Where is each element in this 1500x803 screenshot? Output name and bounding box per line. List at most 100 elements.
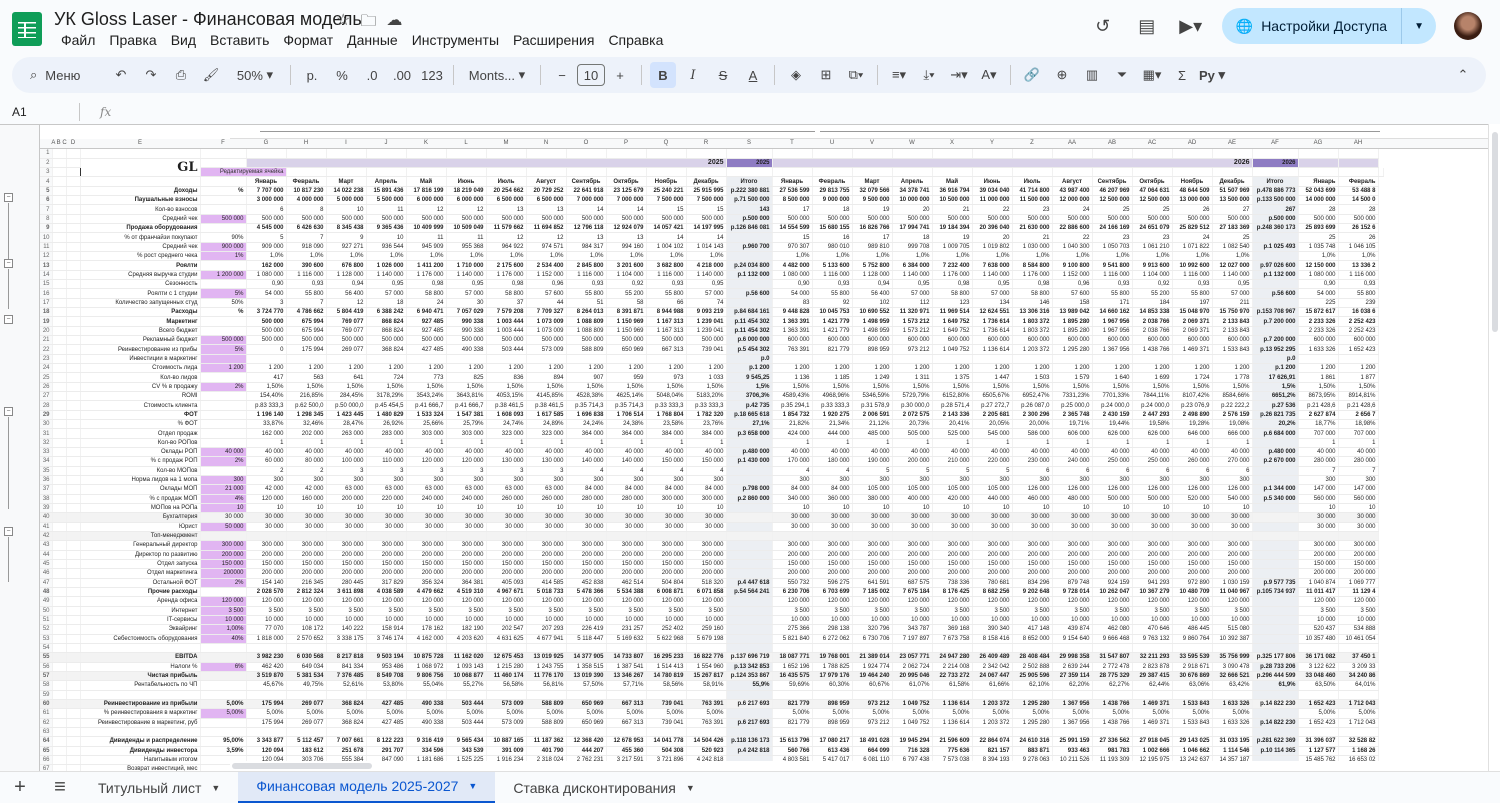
value-cell[interactable]: 6 [246, 204, 287, 215]
value-cell[interactable]: 150 000 [406, 559, 447, 570]
value-cell[interactable] [286, 727, 327, 738]
cell[interactable] [52, 680, 67, 691]
value-cell[interactable]: 1 136 614 [932, 718, 973, 728]
value-cell[interactable]: 834 296 [1012, 578, 1053, 588]
value-cell[interactable] [246, 531, 287, 542]
value-cell[interactable]: 500 000 [566, 335, 607, 346]
value-cell[interactable]: 3 500 [1172, 606, 1213, 616]
value-cell[interactable]: 6 008 871 [646, 587, 687, 598]
parameter-cell[interactable]: 50 000 [200, 522, 247, 532]
value-cell[interactable]: 1 116 000 [646, 270, 687, 281]
value-cell[interactable]: 300 [446, 475, 487, 486]
total-cell[interactable]: р.0 [726, 354, 773, 365]
value-cell[interactable]: р.62 500,0 [286, 400, 327, 411]
value-cell[interactable]: 8 217 818 [326, 652, 367, 663]
value-cell[interactable]: 182 190 [446, 624, 487, 635]
value-cell[interactable]: 30 000 [646, 522, 687, 532]
value-cell[interactable]: 964 922 [486, 242, 527, 253]
value-cell[interactable]: 30 000 [1212, 512, 1253, 523]
collapse-group-icon[interactable]: − [4, 527, 13, 536]
total-cell[interactable]: 17 626,91 [1252, 372, 1299, 383]
value-cell[interactable]: 0,93 [646, 279, 687, 290]
value-cell[interactable]: 2 656 7 [1338, 410, 1379, 421]
value-cell[interactable] [1338, 690, 1379, 700]
parameter-cell[interactable]: 90% [200, 232, 247, 243]
value-cell[interactable]: 40 000 [1092, 447, 1133, 458]
cell[interactable] [52, 447, 67, 458]
cell[interactable] [366, 149, 407, 159]
value-cell[interactable] [646, 354, 687, 365]
row-number[interactable]: 59 [40, 690, 53, 700]
row-number[interactable]: 36 [40, 475, 53, 486]
value-cell[interactable]: 30 000 [1298, 512, 1339, 523]
value-cell[interactable]: 9 316 419 [406, 736, 447, 747]
value-cell[interactable]: 240 000 [446, 494, 487, 504]
row-number[interactable]: 56 [40, 662, 53, 672]
value-cell[interactable]: 22 [1052, 232, 1093, 243]
cell[interactable] [66, 484, 81, 495]
value-cell[interactable]: 384 000 [686, 428, 727, 439]
cell[interactable] [200, 158, 247, 169]
value-cell[interactable]: 1 050 703 [1092, 242, 1133, 253]
value-cell[interactable]: 8 682 256 [972, 587, 1013, 598]
value-cell[interactable]: 92 [812, 298, 853, 309]
value-cell[interactable]: 2 812 324 [286, 587, 327, 598]
value-cell[interactable]: р.23 076,9 [1172, 400, 1213, 411]
value-cell[interactable]: 84 000 [566, 484, 607, 495]
value-cell[interactable]: 1,0% [892, 251, 933, 262]
value-cell[interactable]: 0 [246, 344, 287, 355]
value-cell[interactable]: 30 000 [1212, 522, 1253, 532]
cell[interactable] [66, 438, 81, 449]
cell[interactable] [52, 242, 67, 253]
value-cell[interactable]: 52 043 699 [1298, 186, 1339, 197]
cell[interactable] [66, 223, 81, 234]
value-cell[interactable]: 10 [932, 503, 973, 514]
value-cell[interactable]: 190 000 [852, 456, 893, 467]
total-cell[interactable]: р.1 200 [726, 363, 773, 374]
value-cell[interactable]: 3 [526, 466, 567, 477]
value-cell[interactable] [1092, 690, 1133, 700]
value-cell[interactable]: 30 000 [406, 512, 447, 523]
value-cell[interactable]: 667 313 [646, 344, 687, 355]
row-number[interactable]: 52 [40, 624, 53, 635]
value-cell[interactable]: 150 000 [1132, 559, 1173, 570]
month-header[interactable]: Март [326, 176, 367, 187]
value-cell[interactable]: 9 860 764 [1172, 634, 1213, 644]
value-cell[interactable]: 4 162 000 [406, 634, 447, 644]
value-cell[interactable]: 2 300 296 [1012, 410, 1053, 421]
collapse-group-icon[interactable]: − [4, 407, 13, 416]
row-label[interactable]: Бухгалтерия [80, 512, 201, 523]
value-cell[interactable]: 5183,20% [686, 391, 727, 402]
value-cell[interactable]: 60,67% [852, 680, 893, 691]
value-cell[interactable]: 11 000 000 [972, 195, 1013, 206]
value-cell[interactable]: 12 500 000 [1132, 195, 1173, 206]
value-cell[interactable]: 9 202 648 [1012, 587, 1053, 598]
menu-item[interactable]: Вид [164, 32, 203, 48]
value-cell[interactable]: 1,0% [246, 251, 287, 262]
value-cell[interactable]: 3 [486, 466, 527, 477]
total-cell[interactable] [1252, 298, 1299, 309]
value-cell[interactable]: 275 366 [772, 624, 813, 635]
cell[interactable] [66, 410, 81, 421]
value-cell[interactable]: 500 000 [566, 214, 607, 225]
value-cell[interactable]: 8914,81% [1338, 391, 1379, 402]
value-cell[interactable]: 444 000 [812, 428, 853, 439]
value-cell[interactable]: 1 633 326 [1298, 344, 1339, 355]
cell[interactable] [66, 326, 81, 337]
value-cell[interactable]: 40 000 [486, 447, 527, 458]
value-cell[interactable]: 1 877 [1338, 372, 1379, 383]
value-cell[interactable]: 49,75% [286, 680, 327, 691]
value-cell[interactable]: 13 306 316 [1012, 307, 1053, 318]
row-label[interactable]: Дивиденды инвестора [80, 746, 201, 756]
value-cell[interactable]: 1 [646, 438, 687, 449]
total-cell[interactable]: р.28 733 206 [1252, 662, 1299, 672]
row-number[interactable]: 32 [40, 438, 53, 449]
functions-icon[interactable]: Σ [1169, 62, 1195, 88]
value-cell[interactable]: р.41 666,7 [406, 400, 447, 411]
value-cell[interactable]: 12 624 551 [972, 307, 1013, 318]
value-cell[interactable]: 384 000 [646, 428, 687, 439]
row-number[interactable]: 65 [40, 746, 53, 756]
value-cell[interactable] [1212, 690, 1253, 700]
value-cell[interactable]: 1 579 [1052, 372, 1093, 383]
value-cell[interactable] [686, 690, 727, 700]
